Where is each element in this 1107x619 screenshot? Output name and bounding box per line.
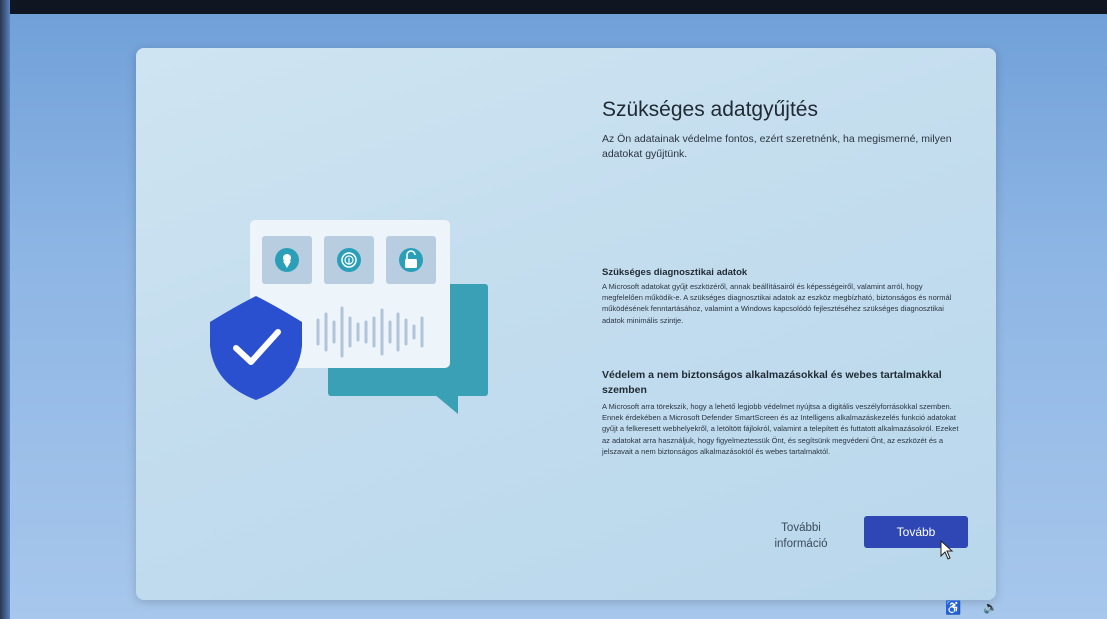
setup-card: Szükséges adatgyűjtés Az Ön adatainak vé… bbox=[136, 48, 996, 600]
section-heading: Szükséges diagnosztikai adatok bbox=[602, 267, 748, 278]
section-body: A Microsoft arra törekszik, hogy a lehet… bbox=[602, 402, 959, 456]
section-unsafe-apps: Védelem a nem biztonságos alkalmazásokka… bbox=[602, 368, 962, 457]
intro-text: Az Ön adatainak védelme fontos, ezért sz… bbox=[602, 133, 952, 160]
privacy-illustration bbox=[210, 220, 488, 414]
section-heading: Védelem a nem biztonságos alkalmazásokka… bbox=[602, 369, 942, 396]
unlock-icon bbox=[386, 236, 436, 284]
mouse-cursor-icon bbox=[940, 540, 954, 560]
location-pin-icon bbox=[262, 236, 312, 284]
section-body: A Microsoft adatokat gyűjt eszközéről, a… bbox=[602, 282, 952, 325]
volume-icon[interactable]: 🔈 bbox=[983, 600, 998, 614]
more-info-link[interactable]: További információ bbox=[756, 520, 846, 552]
section-diagnostic-data: Szükséges diagnosztikai adatok A Microso… bbox=[602, 267, 962, 326]
content-panel: Szükséges adatgyűjtés Az Ön adatainak vé… bbox=[602, 98, 972, 456]
top-edge bbox=[0, 0, 1107, 14]
accessibility-icon[interactable]: ♿ bbox=[945, 600, 961, 616]
left-edge bbox=[0, 0, 10, 619]
fingerprint-icon bbox=[324, 236, 374, 284]
page-title: Szükséges adatgyűjtés bbox=[602, 98, 818, 121]
